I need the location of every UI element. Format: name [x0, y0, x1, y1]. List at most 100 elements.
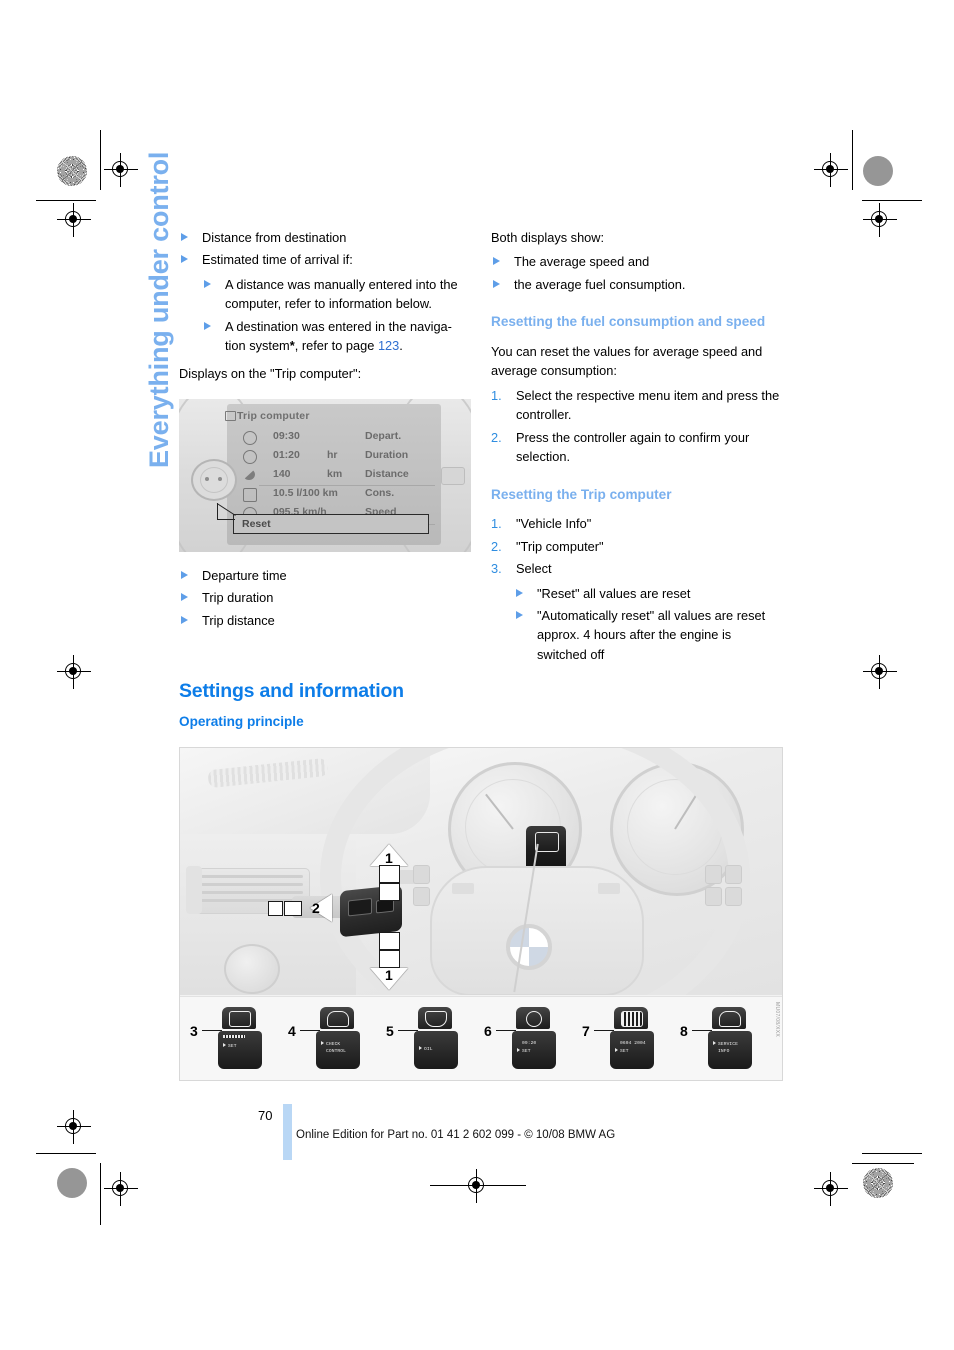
operating-principle-heading: Operating principle [179, 714, 304, 729]
button-cap[interactable] [712, 1007, 746, 1029]
row-unit: km [327, 468, 343, 480]
callout-number: 2 [312, 900, 320, 916]
row-value: 10.5 l/100 km [273, 487, 338, 499]
controller-knob[interactable] [191, 459, 237, 501]
fuel-pump-icon [243, 488, 257, 502]
menu-icon [225, 411, 236, 421]
row-value: 01:20 [273, 449, 300, 461]
stopwatch-icon [243, 450, 257, 464]
callout-bar [268, 901, 283, 916]
left-lower-bullet-list: Departure time Trip duration Trip distan… [179, 566, 471, 630]
page-number: 70 [258, 1108, 273, 1123]
row-value: 140 [273, 468, 291, 480]
display-line-2: OIL [419, 1046, 453, 1054]
reset-trip-sub-bullets: "Reset" all values are reset "Automatica… [514, 584, 783, 665]
display-line-1: 09:20 [522, 1041, 537, 1046]
list-item: Estimated time of arrival if: [179, 250, 471, 269]
callout-number: 8 [680, 1023, 688, 1039]
list-item: "Vehicle Info" [491, 514, 592, 534]
button-cap[interactable] [222, 1007, 256, 1029]
wheel-button[interactable] [413, 887, 430, 906]
left-top-bullet-list: Distance from destination Estimated time… [179, 228, 471, 270]
footer-copyright: Online Edition for Part no. 01 41 2 602 … [296, 1129, 616, 1141]
callout-number: 3 [190, 1023, 198, 1039]
list-item-nav-system: A destination was entered in the naviga-… [202, 317, 471, 356]
row-label: Distance [365, 468, 409, 480]
wheel-button[interactable] [725, 865, 742, 884]
horn-pad-right[interactable] [598, 883, 620, 894]
stalk-display [348, 897, 372, 917]
display-line-1: SERVICE [713, 1041, 747, 1049]
button-body[interactable]: SERVICE INFO [708, 1031, 752, 1069]
sub-bullet-mid: , refer to page [294, 338, 378, 354]
dashboard-photo: 1 1 2 [180, 748, 782, 995]
reset-button[interactable]: Reset [233, 514, 429, 534]
button-cap[interactable] [516, 1007, 550, 1029]
row-label: Depart. [365, 430, 402, 442]
wheel-button[interactable] [413, 865, 430, 884]
left-column: Distance from destination Estimated time… [179, 228, 471, 388]
reset-fuel-intro: You can reset the values for average spe… [491, 343, 763, 379]
callout-number: 6 [484, 1023, 492, 1039]
list-item: Trip duration [179, 588, 471, 607]
stalk-button-legend: 3 SET 4 CHECK CONTROL 5 OIL 6 09:20 SET … [180, 996, 782, 1080]
button-display: CHECK CONTROL [321, 1041, 355, 1055]
button-body[interactable]: OIL [414, 1031, 458, 1069]
row-label: Cons. [365, 487, 395, 499]
distance-icon [243, 469, 255, 480]
dashboard-illustration: 1 1 2 3 SET 4 CHECK CONTROL 5 OIL 6 09:2… [179, 747, 783, 1081]
car-icon [719, 1011, 741, 1027]
bmw-logo [506, 924, 552, 970]
list-item: Trip distance [179, 611, 471, 630]
button-display: 09:20 SET [517, 1041, 551, 1055]
table-row: 09:30 Depart. [237, 428, 433, 447]
list-item: Departure time [179, 566, 471, 585]
display-line-2: SET [223, 1043, 257, 1051]
callout-bar [379, 865, 400, 883]
button-body[interactable]: 09:20 SET [512, 1031, 556, 1069]
callout-bar [379, 883, 400, 901]
callout-2: 2 [268, 894, 350, 922]
wheel-button[interactable] [705, 865, 722, 884]
knob-dot [218, 477, 222, 481]
wheel-button[interactable] [705, 887, 722, 906]
button-display: SET [223, 1035, 257, 1050]
button-body[interactable]: CHECK CONTROL [316, 1031, 360, 1069]
oil-can-icon [425, 1011, 447, 1027]
left-sub-bullet-list: A distance was manually entered into the… [202, 275, 471, 356]
sub-bullet-suffix: . [399, 338, 403, 354]
list-item: The average speed and [491, 252, 783, 271]
button-cap[interactable] [418, 1007, 452, 1029]
list-item: Select the respective menu item and pres… [491, 386, 780, 423]
button-cap[interactable] [614, 1007, 648, 1029]
trip-computer-rows: 09:30 Depart. 01:20 hr Duration 140 km D… [237, 428, 435, 525]
both-displays-bullet-list: The average speed and the average fuel c… [491, 252, 783, 294]
list-item: the average fuel consumption. [491, 275, 783, 294]
callout-leader-line [217, 503, 219, 520]
list-item: Select [491, 559, 552, 579]
button-body[interactable]: 0604 2004 SET [610, 1031, 654, 1069]
display-line-2: CONTROL [326, 1048, 346, 1054]
settings-section-header: Settings and information Operating princ… [179, 680, 599, 738]
knob-dot [205, 477, 209, 481]
departure-clock-icon [243, 431, 257, 445]
callout-bar [284, 901, 302, 916]
button-cap[interactable] [320, 1007, 354, 1029]
cluster-side-button[interactable] [441, 467, 465, 485]
reset-trip-steps: "Vehicle Info" "Trip computer" Select [491, 514, 783, 579]
horn-pad-left[interactable] [452, 883, 474, 894]
chapter-tab-label: Everything under control [144, 151, 174, 468]
date-display-icon [621, 1011, 643, 1027]
light-switch-knob[interactable] [224, 944, 280, 994]
wheel-button[interactable] [725, 887, 742, 906]
manual-page: Everything under control Distance from d… [0, 0, 954, 1350]
legend-button-4: 4 CHECK CONTROL [288, 1005, 372, 1075]
vent-side-control[interactable] [186, 866, 202, 914]
trip-computer-title-label: Trip computer [237, 410, 310, 422]
list-item: Distance from destination [179, 228, 471, 247]
list-item: A distance was manually entered into the… [202, 275, 471, 314]
page-reference-link[interactable]: 123 [378, 338, 399, 353]
display-line-2: SET [615, 1048, 649, 1056]
button-body[interactable]: SET [218, 1031, 262, 1069]
settings-gear-icon [229, 1011, 251, 1027]
